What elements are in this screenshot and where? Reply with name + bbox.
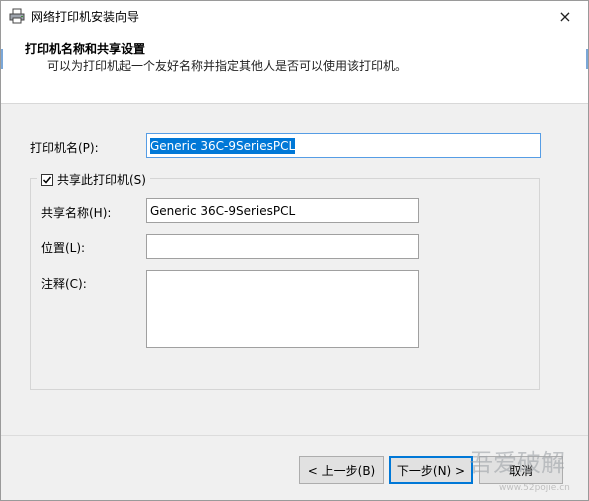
printer-name-input[interactable]: Generic 36C-9SeriesPCL [146,133,541,158]
printer-name-label: 打印机名(P): [30,141,99,155]
location-input[interactable] [146,234,419,259]
comment-textarea[interactable] [146,270,419,348]
share-name-value: Generic 36C-9SeriesPCL [150,203,296,218]
wizard-header: 打印机名称和共享设置 可以为打印机起一个友好名称并指定其他人是否可以使用该打印机… [1,31,588,104]
printer-icon [9,8,25,24]
footer-divider [1,435,588,436]
watermark-logo-icon: 吾爱破解 [469,449,565,477]
checkmark-icon [42,176,52,184]
svg-text:吾爱破解: 吾爱破解 [469,449,565,477]
share-checkbox-label: 共享此打印机(S) [57,173,146,187]
share-checkbox-row[interactable]: 共享此打印机(S) [37,171,150,188]
share-name-label: 共享名称(H): [41,206,112,220]
close-icon: × [558,6,572,26]
page-subtitle: 可以为打印机起一个友好名称并指定其他人是否可以使用该打印机。 [47,59,408,73]
title-bar: 网络打印机安装向导 × [1,1,588,31]
watermark: 吾爱破解 www.52pojie.cn [459,441,589,501]
comment-label: 注释(C): [41,277,87,291]
edge-accent-right [586,49,588,69]
watermark-url: www.52pojie.cn [499,483,570,493]
printer-name-value: Generic 36C-9SeriesPCL [150,137,296,154]
back-button[interactable]: < 上一步(B) [299,456,384,484]
edge-accent-left [1,49,3,69]
share-checkbox[interactable] [41,173,53,186]
share-name-input[interactable]: Generic 36C-9SeriesPCL [146,198,419,223]
location-label: 位置(L): [41,241,86,255]
wizard-window: 网络打印机安装向导 × 打印机名称和共享设置 可以为打印机起一个友好名称并指定其… [0,0,589,501]
page-title: 打印机名称和共享设置 [25,42,146,56]
close-button[interactable]: × [542,1,588,31]
window-title: 网络打印机安装向导 [31,10,140,24]
